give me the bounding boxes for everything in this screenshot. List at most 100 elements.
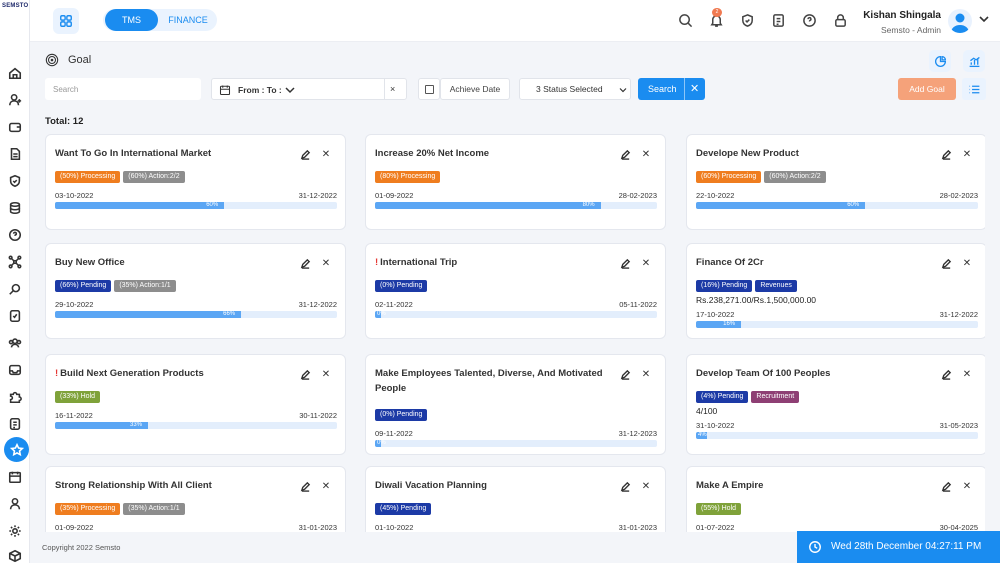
achieve-date-checkbox[interactable] — [418, 78, 440, 100]
goal-title[interactable]: Make A Empire — [696, 478, 936, 493]
goal-card[interactable]: ! Build Next Generation Products ✕ (33%) Ho… — [45, 354, 346, 455]
close-icon[interactable]: ✕ — [317, 255, 335, 271]
goal-card[interactable]: Want To Go In International Market ✕ (50%)… — [45, 134, 346, 230]
list-view-button[interactable] — [962, 78, 986, 100]
goal-card[interactable]: Develope New Product ✕ (60%) Processing (60… — [686, 134, 985, 230]
goal-card[interactable]: Develop Team Of 100 Peoples ✕ (4%) Pending… — [686, 354, 985, 455]
goal-title[interactable]: Strong Relationship With All Client — [55, 478, 295, 493]
chevron-down-icon[interactable] — [978, 13, 990, 25]
goal-card[interactable]: Make A Empire ✕ (55%) Hold 01-07-2022 30-04-… — [686, 466, 985, 532]
goal-dates: 16-11-2022 30-11-2022 — [55, 411, 337, 420]
edit-button[interactable] — [616, 146, 634, 162]
sidebar-network-icon[interactable] — [6, 253, 24, 271]
shield-check-icon[interactable] — [738, 11, 756, 29]
goal-title[interactable]: Increase 20% Net Income — [375, 146, 615, 161]
search-input[interactable] — [45, 78, 201, 100]
end-date: 30-11-2022 — [299, 411, 337, 420]
add-goal-button[interactable]: Add Goal — [898, 78, 956, 100]
sidebar-puzzle-icon[interactable] — [6, 388, 24, 406]
progress-label: 0% — [377, 440, 386, 446]
status-select-value: 3 Status Selected — [536, 84, 603, 94]
tab-finance[interactable]: FINANCE — [160, 9, 216, 31]
sidebar-database-icon[interactable] — [6, 199, 24, 217]
sidebar-goal-star-icon[interactable] — [4, 437, 29, 462]
edit-button[interactable] — [937, 146, 955, 162]
sidebar-task-icon[interactable] — [6, 307, 24, 325]
sidebar-shield-icon[interactable] — [6, 172, 24, 190]
sidebar-calendar-icon[interactable] — [6, 468, 24, 486]
sidebar-user-add-icon[interactable] — [6, 91, 24, 109]
goal-title[interactable]: Want To Go In International Market — [55, 146, 295, 161]
goal-card[interactable]: Buy New Office ✕ (66%) Pending (35%) Action… — [45, 243, 346, 339]
sidebar-list-icon[interactable] — [6, 415, 24, 433]
close-icon[interactable]: ✕ — [317, 366, 335, 382]
close-icon[interactable]: ✕ — [637, 366, 655, 382]
goal-card[interactable]: Make Employees Talented, Diverse, And Mo… — [365, 354, 666, 455]
edit-button[interactable] — [616, 478, 634, 494]
goal-title[interactable]: Diwali Vacation Planning — [375, 478, 615, 493]
edit-button[interactable] — [296, 146, 314, 162]
edit-button[interactable] — [937, 478, 955, 494]
tab-tms[interactable]: TMS — [105, 9, 158, 31]
search-icon[interactable] — [676, 11, 694, 29]
sidebar-mail-icon[interactable] — [6, 361, 24, 379]
sidebar-profile-icon[interactable] — [6, 495, 24, 513]
list-icon — [969, 85, 979, 93]
sidebar-document-icon[interactable] — [6, 145, 24, 163]
avatar[interactable] — [948, 9, 972, 33]
sidebar-team-icon[interactable] — [6, 334, 24, 352]
close-icon[interactable]: ✕ — [317, 478, 335, 494]
close-icon[interactable]: ✕ — [637, 146, 655, 162]
status-badge: (50%) Processing — [55, 171, 121, 183]
status-badge: (60%) Action:2/2 — [123, 171, 185, 183]
sidebar-wallet-icon[interactable] — [6, 118, 24, 136]
close-icon[interactable]: ✕ — [637, 478, 655, 494]
sidebar-settings-icon[interactable] — [6, 522, 24, 540]
status-select[interactable]: 3 Status Selected — [519, 78, 631, 100]
close-icon[interactable]: ✕ — [958, 255, 976, 271]
date-clear-button[interactable]: × — [390, 84, 395, 94]
edit-button[interactable] — [296, 255, 314, 271]
edit-button[interactable] — [296, 366, 314, 382]
edit-button[interactable] — [296, 478, 314, 494]
close-icon[interactable]: ✕ — [958, 478, 976, 494]
goal-title[interactable]: Make Employees Talented, Diverse, And Mo… — [375, 366, 615, 396]
edit-button[interactable] — [937, 366, 955, 382]
topbar: TMS FINANCE 2 Kishan Shingala Semsto - A… — [30, 0, 1000, 42]
sidebar-search-money-icon[interactable] — [6, 280, 24, 298]
search-button-label: Search — [648, 84, 677, 94]
close-icon[interactable]: ✕ — [637, 255, 655, 271]
notes-icon[interactable] — [769, 11, 787, 29]
goal-card[interactable]: ! International Trip ✕ (0%) Pending 02-11-20… — [365, 243, 666, 339]
goal-card[interactable]: Diwali Vacation Planning ✕ (45%) Pending 01… — [365, 466, 666, 532]
search-button[interactable]: Search ✕ — [638, 78, 705, 100]
status-badge: (60%) Processing — [696, 171, 762, 183]
search-clear-icon[interactable]: ✕ — [690, 78, 699, 100]
analytics-button[interactable] — [963, 50, 985, 72]
goal-card[interactable]: Finance Of 2Cr ✕ (16%) Pending Revenues Rs.2… — [686, 243, 985, 339]
pie-chart-button[interactable] — [929, 50, 951, 72]
edit-button[interactable] — [616, 255, 634, 271]
close-icon[interactable]: ✕ — [317, 146, 335, 162]
goal-card[interactable]: Increase 20% Net Income ✕ (80%) Processing… — [365, 134, 666, 230]
edit-button[interactable] — [616, 366, 634, 382]
goal-title[interactable]: ! Build Next Generation Products — [55, 366, 295, 381]
help-icon[interactable] — [800, 11, 818, 29]
goal-title[interactable]: Buy New Office — [55, 255, 295, 270]
goal-title[interactable]: Finance Of 2Cr — [696, 255, 936, 270]
goal-title[interactable]: Develope New Product — [696, 146, 936, 161]
sidebar-box-icon[interactable] — [6, 547, 24, 563]
goal-card[interactable]: Strong Relationship With All Client ✕ (35%… — [45, 466, 346, 532]
sidebar-home-icon[interactable] — [6, 64, 24, 82]
edit-button[interactable] — [937, 255, 955, 271]
goal-title[interactable]: ! International Trip — [375, 255, 615, 270]
goal-title-text: Make A Empire — [696, 480, 764, 491]
close-icon[interactable]: ✕ — [958, 366, 976, 382]
date-range-filter[interactable]: From : To : × — [211, 78, 407, 100]
sidebar-help-icon[interactable] — [6, 226, 24, 244]
status-badge: (80%) Processing — [375, 171, 441, 183]
close-icon[interactable]: ✕ — [958, 146, 976, 162]
apps-grid-button[interactable] — [53, 8, 79, 34]
tag-list: (0%) Pending — [375, 280, 428, 292]
goal-title[interactable]: Develop Team Of 100 Peoples — [696, 366, 936, 381]
